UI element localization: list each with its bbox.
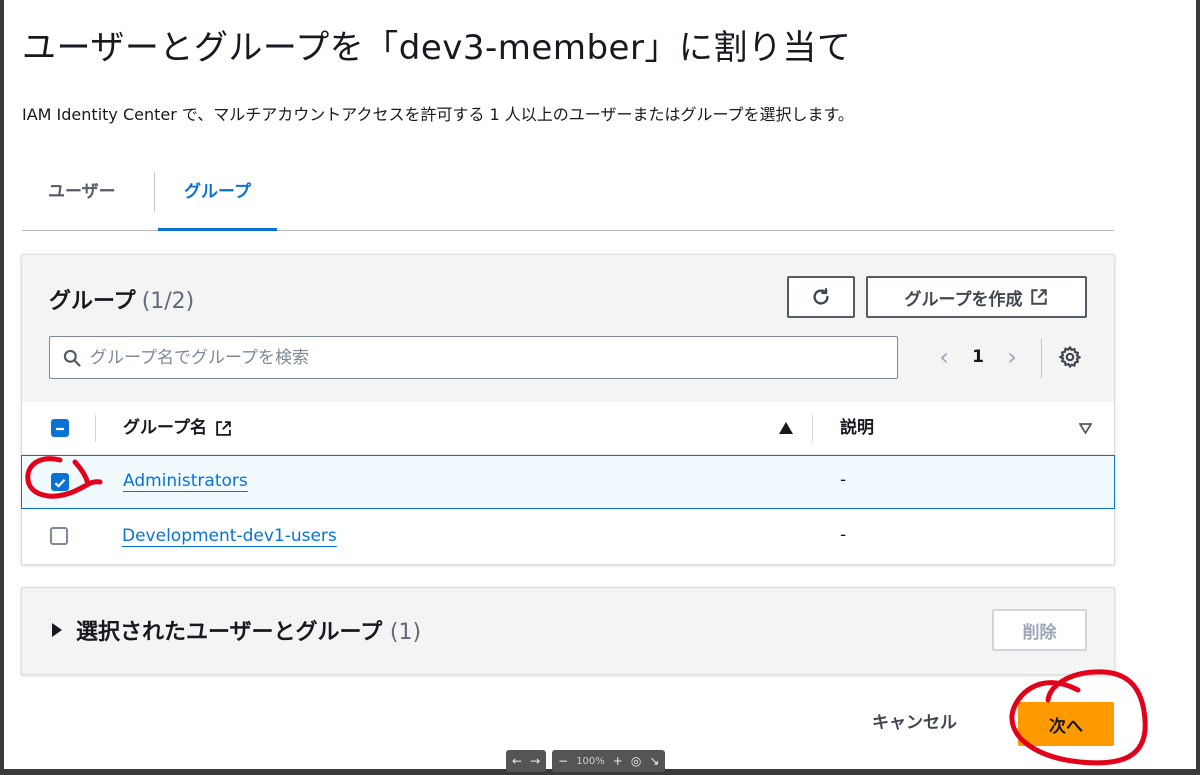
external-link-icon [216,421,231,436]
zoom-level: 100% [576,755,605,767]
row-description: - [840,470,847,490]
tab-groups[interactable]: グループ [158,170,277,231]
collapse-icon[interactable]: ↘ [649,754,659,768]
viewer-zoom-group: − 100% + ◎ ↘ [552,750,666,772]
selected-users-groups-section: 選択されたユーザーとグループ (1) 削除 [21,587,1115,675]
image-viewer-toolbar: ← → − 100% + ◎ ↘ [506,750,666,772]
external-link-icon [1031,289,1048,305]
tab-divider [154,172,155,212]
row-checkbox[interactable] [51,473,69,491]
dialog-subtitle: IAM Identity Center で、マルチアカウントアクセスを許可する … [22,105,854,124]
gear-icon[interactable] [1058,345,1082,369]
column-separator [95,415,96,442]
next-button[interactable]: 次へ [1018,702,1114,746]
dialog-title: ユーザーとグループを「dev3-member」に割り当て [22,28,852,68]
group-link-development-dev1-users[interactable]: Development-dev1-users [122,526,337,546]
selected-section-toggle[interactable]: 選択されたユーザーとグループ (1) [52,614,421,646]
next-page-icon[interactable]: › [995,343,1029,371]
select-all-checkbox[interactable] [51,419,69,437]
column-header-description[interactable]: 説明 [840,402,874,455]
group-link-administrators[interactable]: Administrators [123,471,248,491]
caret-right-icon [52,623,62,637]
selected-count: (1) [389,620,422,645]
column-header-group-name-label: グループ名 [123,418,207,438]
group-search-input[interactable] [90,347,897,368]
tab-bar: ユーザー グループ [22,170,1114,231]
table-row[interactable]: Development-dev1-users - [22,511,1114,565]
check-icon [54,478,66,488]
table-row[interactable]: Administrators - [21,455,1115,509]
pager-divider [1041,338,1042,378]
pagination: ‹ 1 › [927,342,1029,372]
assign-dialog: ユーザーとグループを「dev3-member」に割り当て IAM Identit… [4,0,1196,769]
page-number[interactable]: 1 [961,347,995,367]
minus-icon [56,427,64,431]
prev-page-icon[interactable]: ‹ [927,343,961,371]
refresh-icon [813,288,829,305]
groups-panel-title: グループ (1/2) [49,283,194,315]
delete-button[interactable]: 削除 [992,609,1087,651]
table-header: グループ名 説明 [22,402,1114,455]
search-icon [63,349,81,367]
viewer-nav-group: ← → [506,750,547,772]
column-header-group-name[interactable]: グループ名 [123,402,232,455]
zoom-in-icon[interactable]: + [613,754,623,768]
create-group-label: グループを作成 [904,289,1023,310]
selected-section-title: 選択されたユーザーとグループ [76,620,383,645]
arrow-right-icon[interactable]: → [530,754,540,768]
row-description: - [840,525,847,545]
group-search-field[interactable] [49,336,898,379]
row-checkbox[interactable] [50,527,68,545]
sort-ascending-icon[interactable] [779,422,793,434]
arrow-left-icon[interactable]: ← [512,754,522,768]
groups-count: (1/2) [141,289,195,314]
groups-panel: グループ (1/2) グループを作成 グループ名でグループを検索 ‹ 1 › グ… [21,254,1115,565]
column-separator [812,415,813,442]
create-group-button[interactable]: グループを作成 [866,276,1087,318]
zoom-out-icon[interactable]: − [558,754,568,768]
sort-icon[interactable] [1079,423,1092,434]
fit-icon[interactable]: ◎ [631,754,641,768]
groups-panel-header: グループ (1/2) グループを作成 グループ名でグループを検索 ‹ 1 › [22,255,1114,402]
tab-users[interactable]: ユーザー [22,170,142,230]
cancel-button[interactable]: キャンセル [872,708,957,733]
refresh-button[interactable] [787,276,855,318]
groups-title-text: グループ [49,289,136,314]
